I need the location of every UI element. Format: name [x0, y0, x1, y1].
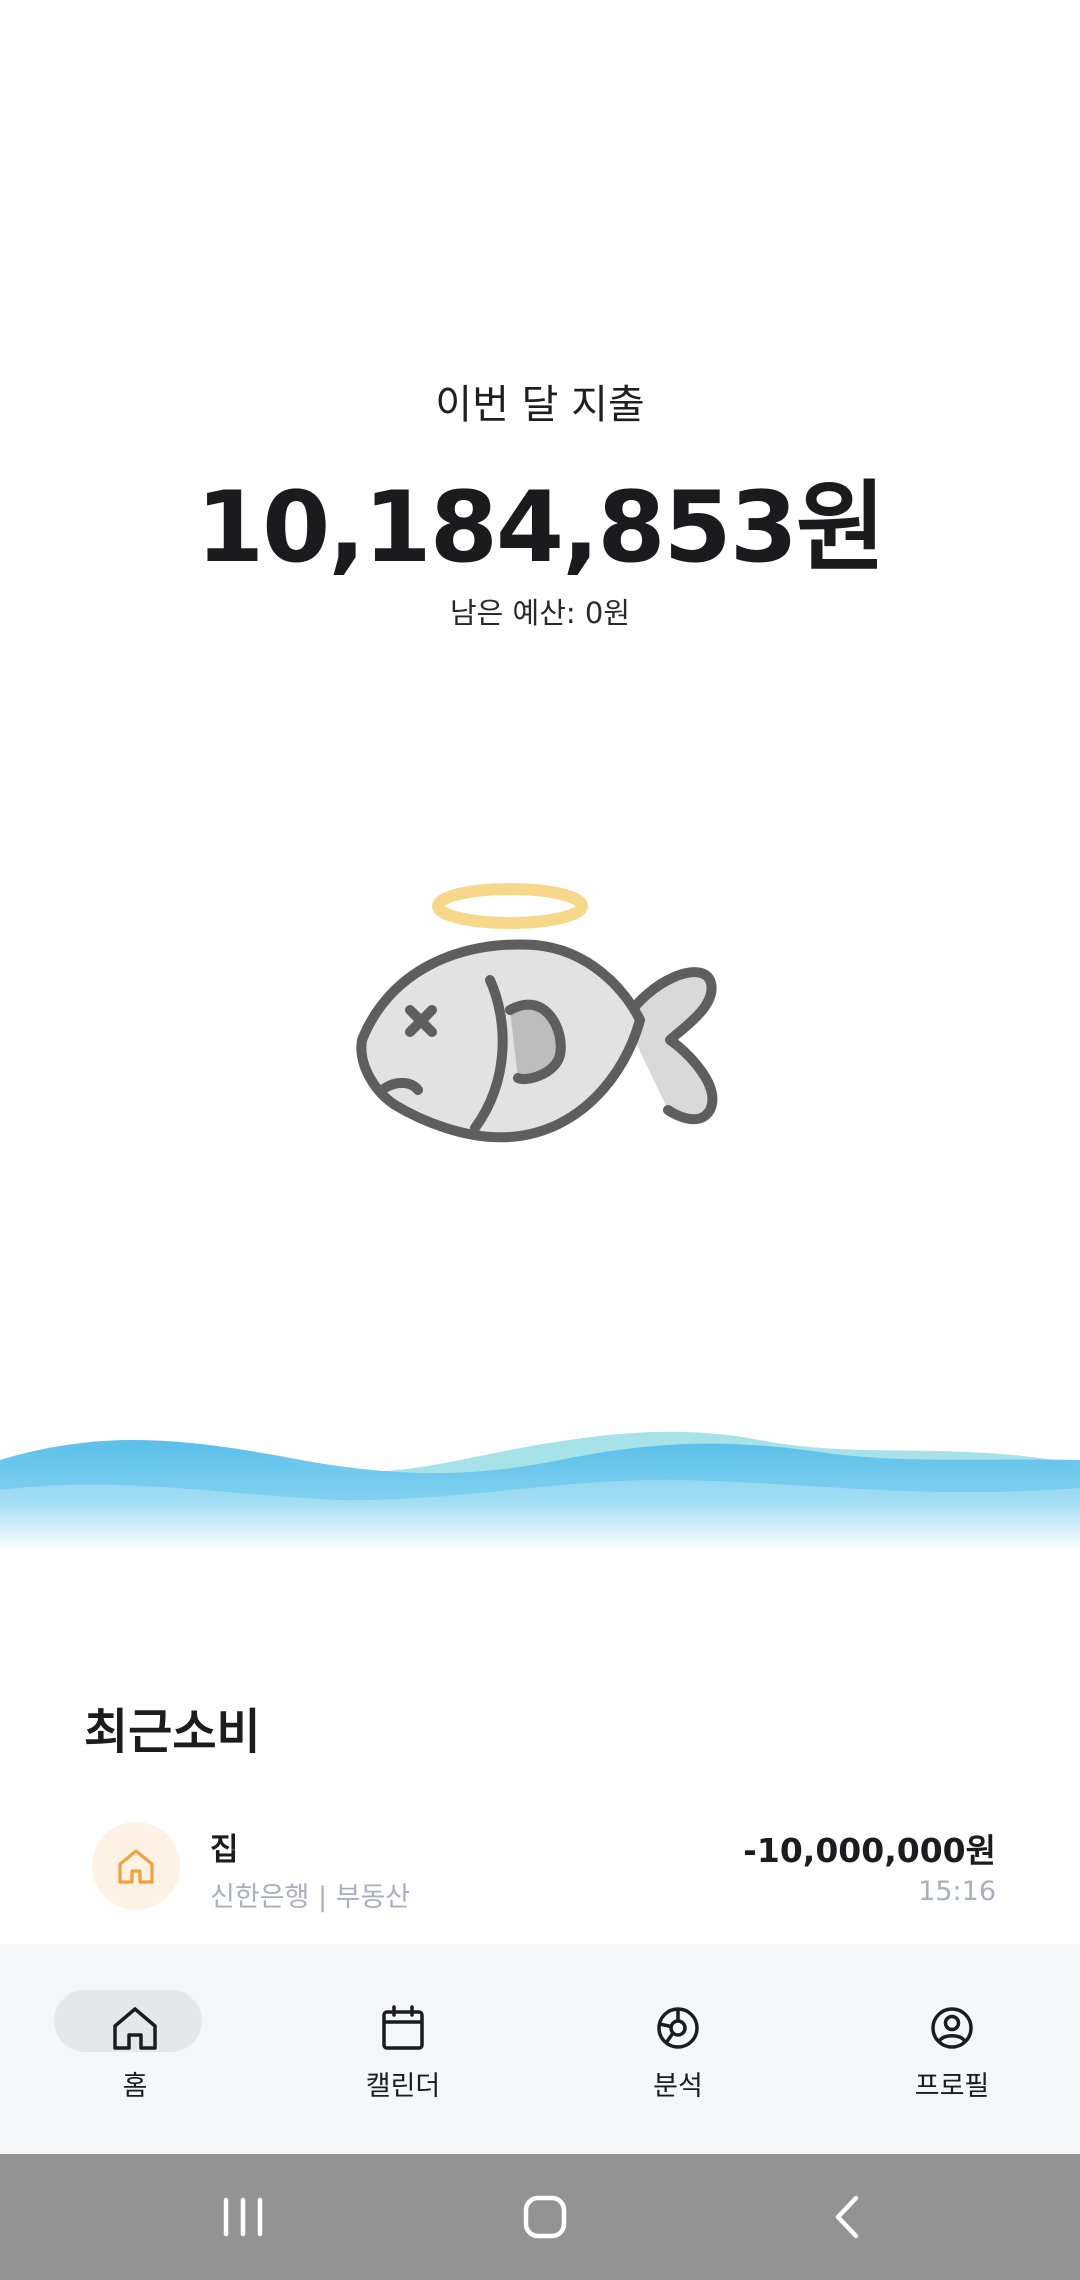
month-total-amount: 10,184,853원: [195, 471, 886, 585]
home-system-icon[interactable]: [512, 2184, 578, 2250]
transaction-name: 집: [210, 1832, 239, 1868]
back-icon[interactable]: [816, 2184, 882, 2250]
wave-decoration: [0, 1431, 1080, 1550]
nav-label-profile: 프로필: [914, 2071, 990, 2102]
transaction-detail: 신한은행 | 부동산: [210, 1882, 411, 1913]
transaction-amount: -10,000,000원: [743, 1831, 996, 1870]
nav-item-calendar[interactable]: 캘린더: [268, 1944, 538, 2154]
calendar-icon: [382, 2005, 424, 2050]
house-icon: [118, 1849, 154, 1884]
halo: [432, 883, 588, 929]
fish-fin: [505, 999, 566, 1084]
transaction-icon: [92, 1822, 180, 1910]
recent-apps-icon[interactable]: [210, 2184, 276, 2250]
nav-label-home: 홈: [122, 2071, 148, 2102]
fish-tail: [620, 967, 718, 1125]
nav-item-home[interactable]: 홈: [0, 1944, 270, 2154]
nav-item-profile[interactable]: 프로필: [817, 1944, 1080, 2154]
budget-remaining: 남은 예산: 0원: [449, 596, 631, 630]
nav-label-calendar: 캘린더: [365, 2071, 441, 2102]
chart-pie-icon: [657, 2007, 699, 2049]
section-title: 최근소비: [84, 1704, 261, 1760]
transaction-row[interactable]: 집 신한은행 | 부동산 -10,000,000원 15:16: [0, 1810, 1080, 1940]
month-label: 이번 달 지출: [435, 382, 645, 428]
nav-item-analysis[interactable]: 분석: [543, 1944, 813, 2154]
system-nav-bar: [0, 2154, 1080, 2280]
dead-fish-with-halo-icon: [356, 883, 718, 1143]
bottom-nav: 홈 캘린더 분석 프로필: [0, 1944, 1080, 2154]
nav-label-analysis: 분석: [653, 2071, 703, 2102]
profile-icon: [931, 2007, 973, 2049]
home-icon: [113, 2007, 157, 2050]
transaction-time: 15:16: [918, 1876, 996, 1907]
